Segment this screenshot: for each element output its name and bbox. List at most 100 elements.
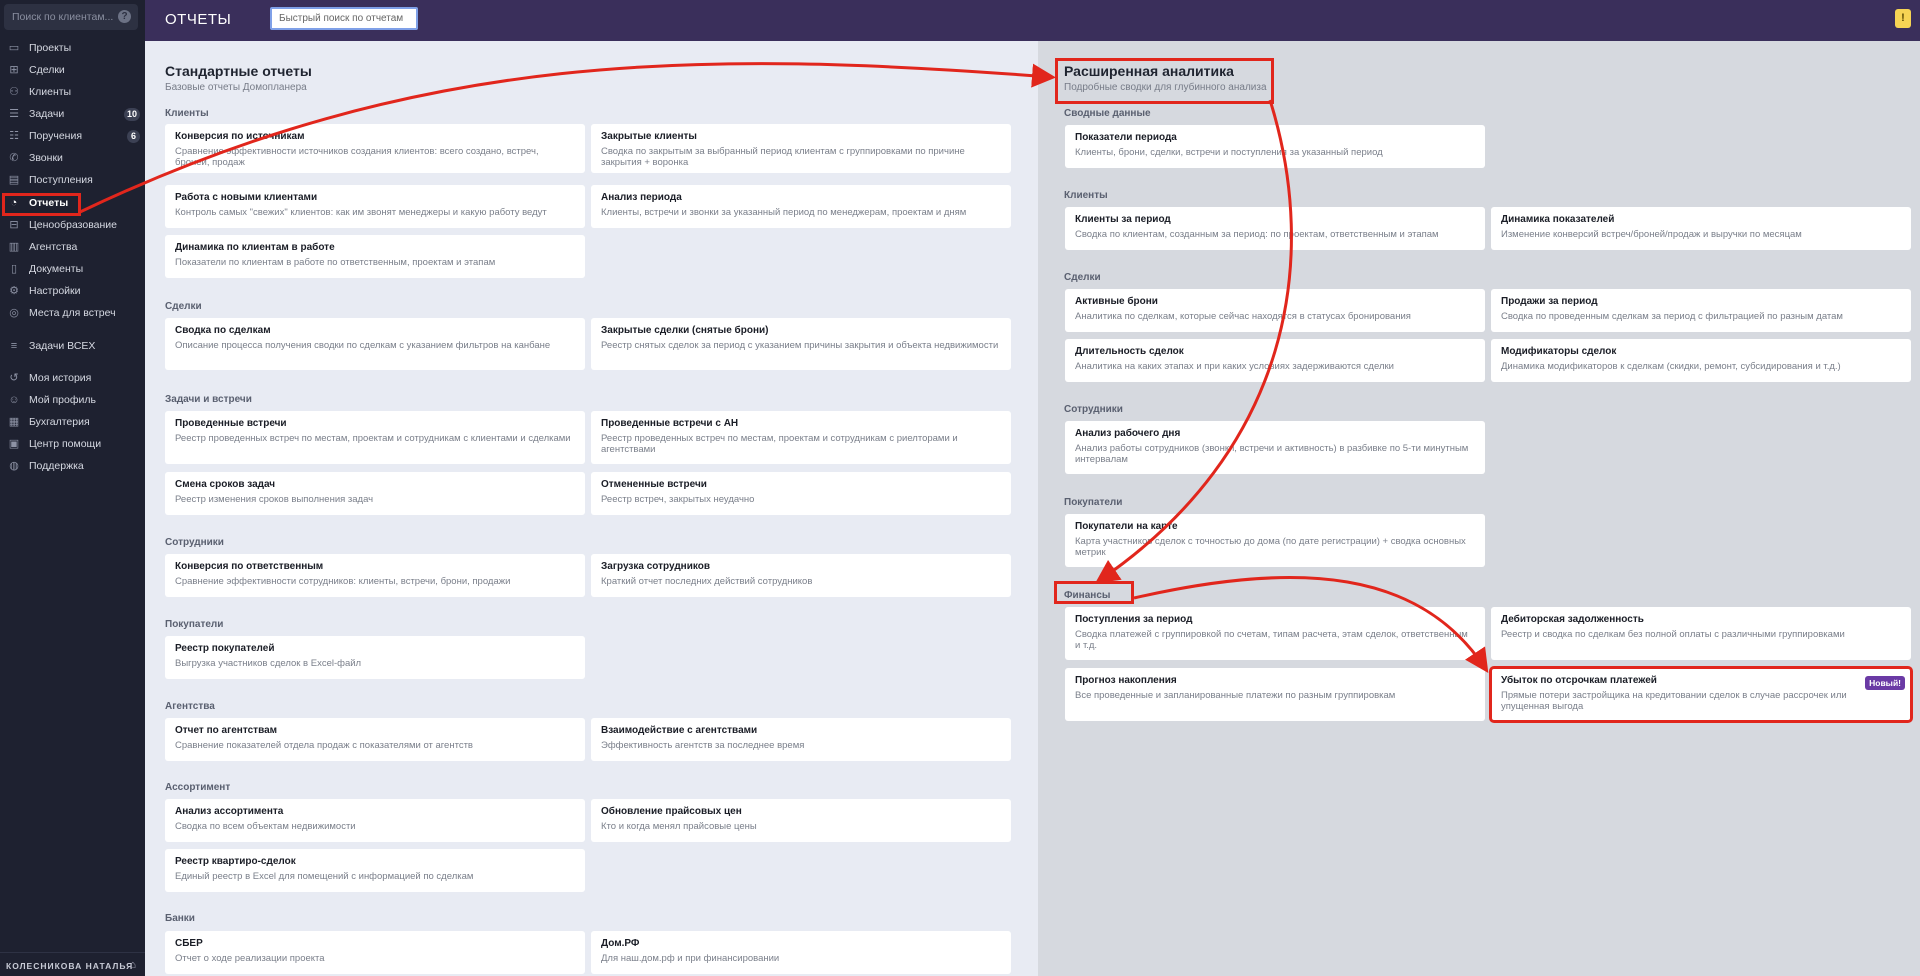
- report-desc: Реестр проведенных встреч по местам, про…: [601, 433, 958, 455]
- report-card-assortment-analysis[interactable]: Анализ ассортимента Сводка по всем объект…: [165, 799, 585, 842]
- advanced-analytics-title: Расширенная аналитика: [1064, 63, 1234, 79]
- report-card-sber[interactable]: СБЕР Отчет о ходе реализации проекта: [165, 931, 585, 974]
- sidebar-item-assignments[interactable]: ☷ Поручения 6: [0, 126, 145, 146]
- sidebar-item-tasks[interactable]: ☰ Задачи 10: [0, 104, 145, 124]
- sidebar-item-agencies[interactable]: ▥ Агентства: [0, 237, 145, 257]
- tasks-count-badge: 10: [123, 108, 140, 121]
- report-card-sales-period[interactable]: Продажи за период Сводка по проведенным с…: [1491, 289, 1911, 332]
- report-card-meetings[interactable]: Проведенные встречи Реестр проведенных вс…: [165, 411, 585, 464]
- sidebar-item-meeting-places[interactable]: ◎ Места для встреч: [0, 303, 145, 323]
- sidebar-item-documents[interactable]: ▯ Документы: [0, 259, 145, 279]
- report-card-source-conversion[interactable]: Конверсия по источникам Сравнение эффекти…: [165, 124, 585, 173]
- report-title: СБЕР: [175, 938, 203, 949]
- bank-icon[interactable]: ⌂: [129, 959, 137, 971]
- document-icon: ▯: [10, 263, 18, 275]
- report-desc: Реестр проведенных встреч по местам, про…: [175, 433, 571, 444]
- notification-icon[interactable]: !: [1895, 9, 1911, 28]
- sidebar-item-settings[interactable]: ⚙ Настройки: [0, 281, 145, 301]
- report-desc: Сравнение эффективности сотрудников: кли…: [175, 576, 511, 587]
- report-card-apartment-deals[interactable]: Реестр квартиро-сделок Единый реестр в Ex…: [165, 849, 585, 892]
- sidebar-item-help-center[interactable]: ▣ Центр помощи: [0, 434, 145, 454]
- report-card-deals-duration[interactable]: Длительность сделок Аналитика на каких эт…: [1065, 339, 1485, 382]
- location-icon: ◎: [9, 307, 19, 319]
- report-desc: Реестр изменения сроков выполнения задач: [175, 494, 374, 505]
- sidebar-item-label: Задачи: [29, 108, 65, 120]
- report-title: Модификаторы сделок: [1501, 346, 1617, 357]
- report-desc: Для наш.дом.рф и при финансировании: [601, 953, 780, 964]
- report-desc: Кто и когда менял прайсовые цены: [601, 821, 757, 832]
- report-title: Дебиторская задолженность: [1501, 614, 1644, 625]
- report-card-accumulation-forecast[interactable]: Прогноз накопления Все проведенные и запл…: [1065, 668, 1485, 721]
- current-user[interactable]: КОЛЕСНИКОВА НАТАЛЬЯ ⌂: [0, 952, 145, 976]
- sidebar-item-label: Сделки: [29, 64, 65, 76]
- report-card-domrf[interactable]: Дом.РФ Для наш.дом.рф и при финансировани…: [591, 931, 1011, 974]
- sidebar-item-support[interactable]: ◍ Поддержка: [0, 456, 145, 476]
- report-desc: Аналитика на каких этапах и при каких ус…: [1075, 361, 1394, 372]
- sidebar-item-deals[interactable]: ⊞ Сделки: [0, 60, 145, 80]
- price-tag-icon: ⊟: [9, 219, 19, 231]
- report-card-buyers-registry[interactable]: Реестр покупателей Выгрузка участников сд…: [165, 636, 585, 679]
- section-agencies: Агентства: [165, 701, 215, 712]
- help-center-icon: ▣: [8, 438, 20, 450]
- report-desc: Описание процесса получения сводки по сд…: [175, 340, 551, 351]
- section-assortment: Ассортимент: [165, 782, 231, 793]
- report-card-deal-modifiers[interactable]: Модификаторы сделок Динамика модификаторо…: [1491, 339, 1911, 382]
- report-card-closed-clients[interactable]: Закрытые клиенты Сводка по закрытым за вы…: [591, 124, 1011, 173]
- sidebar-item-reports[interactable]: ◔ Отчеты: [0, 193, 145, 213]
- sidebar-item-label: Поступления: [29, 174, 93, 186]
- report-title: Проведенные встречи: [175, 418, 287, 429]
- standard-reports-title: Стандартные отчеты: [165, 63, 312, 79]
- report-desc: Сравнение эффективности источников созда…: [175, 146, 539, 168]
- sidebar-item-pricing[interactable]: ⊟ Ценообразование: [0, 215, 145, 235]
- report-card-clients-dynamics[interactable]: Динамика по клиентам в работе Показатели …: [165, 235, 585, 278]
- sidebar-item-accounting[interactable]: ▦ Бухгалтерия: [0, 412, 145, 432]
- sidebar-item-label: Агентства: [29, 241, 78, 253]
- report-card-task-deadlines[interactable]: Смена сроков задач Реестр изменения сроко…: [165, 472, 585, 515]
- report-card-clients-period[interactable]: Клиенты за период Сводка по клиентам, соз…: [1065, 207, 1485, 250]
- report-title: Активные брони: [1075, 296, 1158, 307]
- sidebar-item-my-history[interactable]: ↺ Моя история: [0, 368, 145, 388]
- sidebar-item-my-profile[interactable]: ☺ Мой профиль: [0, 390, 145, 410]
- report-desc: Показатели по клиентам в работе по ответ…: [175, 257, 496, 268]
- report-card-income-period[interactable]: Поступления за период Сводка платежей с г…: [1065, 607, 1485, 660]
- report-card-agency-meetings[interactable]: Проведенные встречи с АН Реестр проведенн…: [591, 411, 1011, 464]
- report-card-workday-analysis[interactable]: Анализ рабочего дня Анализ работы сотрудн…: [1065, 421, 1485, 474]
- report-desc: Выгрузка участников сделок в Excel-файл: [175, 658, 362, 669]
- folder-icon: ▭: [8, 42, 20, 54]
- report-card-agencies-report[interactable]: Отчет по агентствам Сравнение показателей…: [165, 718, 585, 761]
- help-icon[interactable]: ?: [118, 10, 131, 23]
- report-title: Закрытые сделки (снятые брони): [601, 325, 769, 336]
- report-card-indicators-dynamics[interactable]: Динамика показателей Изменение конверсий …: [1491, 207, 1911, 250]
- sidebar-item-label: Задачи ВСЕХ: [29, 340, 96, 352]
- sidebar-item-all-tasks[interactable]: ≡ Задачи ВСЕХ: [0, 336, 145, 356]
- report-card-active-bookings[interactable]: Активные брони Аналитика по сделкам, кото…: [1065, 289, 1485, 332]
- report-title: Загрузка сотрудников: [601, 561, 710, 572]
- client-search-input[interactable]: Поиск по клиентам... ?: [4, 4, 138, 30]
- report-card-staff-conversion[interactable]: Конверсия по ответственным Сравнение эффе…: [165, 554, 585, 597]
- report-title: Конверсия по ответственным: [175, 561, 324, 572]
- report-card-deals-summary[interactable]: Сводка по сделкам Описание процесса получ…: [165, 318, 585, 370]
- report-card-period-analysis[interactable]: Анализ периода Клиенты, встречи и звонки …: [591, 185, 1011, 228]
- section-banks: Банки: [165, 913, 195, 924]
- report-title: Анализ рабочего дня: [1075, 428, 1181, 439]
- report-desc: Аналитика по сделкам, которые сейчас нах…: [1075, 311, 1411, 322]
- report-card-deferred-payment-loss[interactable]: Убыток по отсрочкам платежей Прямые потер…: [1489, 666, 1913, 723]
- report-card-price-updates[interactable]: Обновление прайсовых цен Кто и когда меня…: [591, 799, 1011, 842]
- report-desc: Единый реестр в Excel для помещений с ин…: [175, 871, 474, 882]
- sidebar-item-clients[interactable]: ⚇ Клиенты: [0, 82, 145, 102]
- section-deals: Сделки: [165, 301, 202, 312]
- report-card-period-indicators[interactable]: Показатели периода Клиенты, брони, сделки…: [1065, 125, 1485, 168]
- report-card-new-clients[interactable]: Работа с новыми клиентами Контроль самых …: [165, 185, 585, 228]
- report-desc: Изменение конверсий встреч/броней/продаж…: [1501, 229, 1802, 240]
- current-user-name: КОЛЕСНИКОВА НАТАЛЬЯ: [6, 961, 134, 971]
- report-card-closed-deals[interactable]: Закрытые сделки (снятые брони) Реестр сня…: [591, 318, 1011, 370]
- sidebar-item-projects[interactable]: ▭ Проекты: [0, 38, 145, 58]
- report-card-cancelled-meetings[interactable]: Отмененные встречи Реестр встреч, закрыты…: [591, 472, 1011, 515]
- reports-search-input[interactable]: Быстрый поиск по отчетам: [270, 7, 418, 30]
- report-card-receivables[interactable]: Дебиторская задолженность Реестр и сводка…: [1491, 607, 1911, 660]
- sidebar-item-income[interactable]: ▤ Поступления: [0, 170, 145, 190]
- report-card-staff-load[interactable]: Загрузка сотрудников Краткий отчет послед…: [591, 554, 1011, 597]
- sidebar-item-calls[interactable]: ✆ Звонки: [0, 148, 145, 168]
- report-card-agencies-interaction[interactable]: Взаимодействие с агентствами Эффективност…: [591, 718, 1011, 761]
- report-card-buyers-map[interactable]: Покупатели на карте Карта участников сдел…: [1065, 514, 1485, 567]
